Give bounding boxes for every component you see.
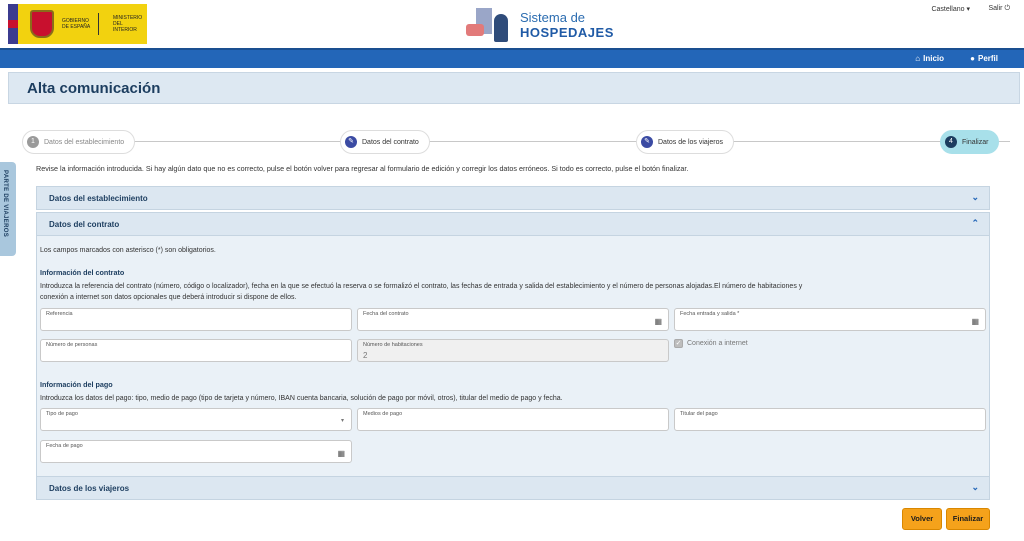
chevron-down-icon: ⌄: [971, 482, 979, 492]
step-establishment[interactable]: 1 Datos del establecimiento: [22, 130, 136, 154]
review-instructions: Revise la información introducida. Si ha…: [36, 164, 689, 173]
section-establishment-header[interactable]: Datos del establecimiento ⌄: [36, 186, 990, 210]
contract-info-text-2: conexión a internet son datos opcionales…: [40, 294, 297, 301]
section-travelers-header[interactable]: Datos de los viajeros ⌄: [36, 476, 990, 500]
step-finish[interactable]: 4 Finalizar: [940, 130, 1000, 154]
checkin-checkout-field[interactable]: Fecha entrada y salida * ▦: [674, 308, 986, 331]
persons-field[interactable]: Número de personas: [40, 339, 352, 362]
finish-button[interactable]: Finalizar: [946, 508, 990, 530]
stepper-line: [26, 141, 1010, 142]
coat-of-arms-icon: [30, 10, 54, 38]
step-contract[interactable]: ✎ Datos del contrato: [340, 130, 430, 154]
nav-profile[interactable]: ● Perfil: [970, 54, 998, 63]
user-icon: ●: [970, 54, 975, 63]
contract-info-title: Información del contrato: [40, 268, 125, 277]
ministry-name: Ministerio del Interior: [113, 15, 143, 33]
payment-holder-field[interactable]: Titular del pago: [674, 408, 986, 431]
payment-means-field[interactable]: Medios de pago: [357, 408, 669, 431]
calendar-icon[interactable]: ▦: [971, 317, 979, 326]
payment-info-text: Introduzca los datos del pago: tipo, med…: [40, 395, 563, 402]
side-tab-travelers[interactable]: PARTE DE VIAJEROS: [0, 162, 16, 256]
page-title-bar: Alta comunicación: [8, 72, 1020, 104]
section-contract-header[interactable]: Datos del contrato ⌃: [36, 212, 990, 236]
main-navbar: ⌂ Inicio ● Perfil: [0, 48, 1024, 68]
pencil-icon: ✎: [345, 136, 357, 148]
calendar-icon[interactable]: ▦: [337, 449, 345, 458]
chevron-down-icon: ⌄: [971, 192, 979, 202]
payment-type-select[interactable]: Tipo de pago ▾: [40, 408, 352, 431]
government-name: Gobierno de España: [62, 18, 91, 30]
payment-info-title: Información del pago: [40, 380, 113, 389]
top-header: Gobierno de España Ministerio del Interi…: [0, 0, 1024, 48]
reference-field[interactable]: Referencia: [40, 308, 352, 331]
nav-home[interactable]: ⌂ Inicio: [915, 54, 944, 63]
logout-link[interactable]: Salir ⏻: [988, 5, 1010, 13]
back-button[interactable]: Volver: [902, 508, 942, 530]
flag-icon: [8, 4, 18, 44]
contract-info-text: Introduzca la referencia del contrato (n…: [40, 283, 803, 290]
chevron-up-icon: ⌃: [971, 218, 979, 228]
government-logo: Gobierno de España Ministerio del Interi…: [8, 4, 147, 44]
language-selector[interactable]: Castellano ▾: [931, 5, 970, 13]
power-icon: ⏻: [1004, 5, 1010, 12]
app-logo: Sistema de HOSPEDAJES: [466, 8, 614, 42]
pencil-icon: ✎: [641, 136, 653, 148]
page-title: Alta comunicación: [27, 80, 161, 97]
internet-checkbox: ✓ Conexión a internet: [674, 339, 748, 348]
step-travelers[interactable]: ✎ Datos de los viajeros: [636, 130, 734, 154]
home-icon: ⌂: [915, 54, 921, 63]
hotel-police-icon: [466, 8, 514, 42]
rooms-field: Número de habitaciones 2: [357, 339, 669, 362]
contract-date-field[interactable]: Fecha del contrato ▦: [357, 308, 669, 331]
chevron-down-icon: ▾: [340, 418, 344, 424]
calendar-icon[interactable]: ▦: [654, 317, 662, 326]
checkmark-icon: ✓: [674, 339, 683, 348]
required-note: Los campos marcados con asterisco (*) so…: [40, 247, 216, 254]
payment-date-field[interactable]: Fecha de pago ▦: [40, 440, 352, 463]
app-title: Sistema de HOSPEDAJES: [520, 10, 614, 40]
